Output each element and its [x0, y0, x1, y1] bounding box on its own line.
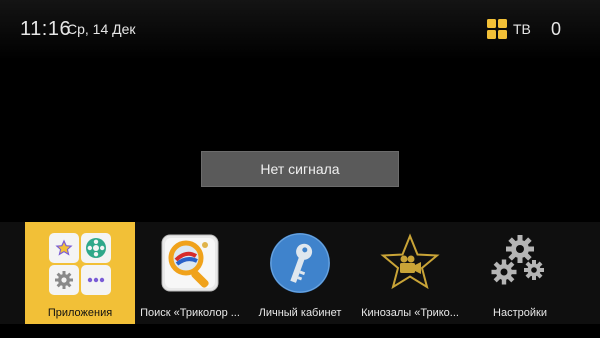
- key-icon: [269, 232, 331, 299]
- date: Ср, 14 Дек: [67, 21, 136, 37]
- app-tile-search-tricolor[interactable]: Поиск «Триколор ...: [135, 222, 245, 324]
- notification-counter: 0: [551, 19, 562, 39]
- status-bar: 11:16 Ср, 14 Дек ТВ 0: [0, 0, 600, 60]
- tv-mode-indicator: ТВ: [487, 19, 531, 39]
- app-tile-label: Настройки: [493, 307, 547, 319]
- clock: 11:16: [20, 18, 72, 40]
- no-signal-text: Нет сигнала: [260, 161, 340, 177]
- app-tile-label: Личный кабинет: [258, 307, 342, 319]
- app-tile-label: Кинозалы «Трико...: [361, 307, 459, 319]
- search-tricolor-icon: [159, 232, 221, 299]
- apps-grid-icon: [49, 233, 111, 295]
- tv-grid-icon: [487, 19, 507, 39]
- app-tile-settings[interactable]: Настройки: [465, 222, 575, 324]
- app-tile-label: Поиск «Триколор ...: [140, 307, 240, 319]
- tv-label: ТВ: [513, 21, 531, 37]
- star-camera-icon: [379, 232, 441, 299]
- app-tile-personal-account[interactable]: Личный кабинет: [245, 222, 355, 324]
- bottom-strip: [0, 324, 600, 338]
- app-tile-label: Приложения: [47, 307, 113, 319]
- gears-icon: [489, 232, 551, 299]
- app-tile-apps[interactable]: Приложения: [25, 222, 135, 324]
- app-tile-cinema[interactable]: Кинозалы «Трико...: [355, 222, 465, 324]
- no-signal-message: Нет сигнала: [201, 151, 399, 187]
